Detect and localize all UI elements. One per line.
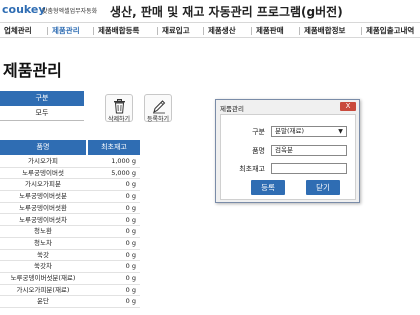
- table-row[interactable]: 노루궁뎅이버섯환 0 g: [0, 203, 140, 215]
- table-row[interactable]: 노루궁뎅이버섯차 0 g: [0, 215, 140, 227]
- chevron-down-icon: ▼: [338, 128, 343, 135]
- menu-divider: [47, 27, 48, 35]
- product-name: 노루궁뎅이버섯: [22, 168, 64, 177]
- table-row[interactable]: 쑥갓 0 g: [0, 250, 140, 262]
- initial-stock: 0 g: [125, 238, 136, 247]
- product-name: 청노환: [34, 227, 52, 236]
- column-header-stock: 최초재고: [88, 140, 140, 155]
- initial-stock: 0 g: [125, 297, 136, 306]
- category-label: 구분: [252, 128, 265, 136]
- menu-item[interactable]: 제품생산: [208, 25, 236, 36]
- initial-stock: 0 g: [125, 274, 136, 282]
- product-dialog: 제품관리 X 구분 분말(재료) ▼ 품명 검옥분 최초재고 등록 닫기: [215, 99, 360, 203]
- menu-item[interactable]: 제품배합등록: [98, 25, 139, 36]
- table-row[interactable]: 청노환 0 g: [0, 226, 140, 238]
- close-icon[interactable]: X: [340, 102, 356, 111]
- product-name: 쑥갓: [37, 250, 49, 259]
- dialog-register-button[interactable]: 등록: [251, 180, 285, 195]
- initial-stock: 5,000 g: [111, 168, 136, 177]
- menu-item[interactable]: 업체관리: [4, 25, 32, 36]
- product-name: 가시오가피: [28, 157, 58, 165]
- filter-select[interactable]: 모두: [0, 106, 84, 121]
- menu-divider: [251, 27, 252, 35]
- menu-item[interactable]: 재료입고: [162, 25, 190, 36]
- table-row[interactable]: 청노차 0 g: [0, 238, 140, 250]
- dialog-body: 구분 분말(재료) ▼ 품명 검옥분 최초재고 등록 닫기: [220, 114, 356, 200]
- menu-item[interactable]: 제품배합정보: [304, 25, 345, 36]
- table-row[interactable]: 가시오가피분(재료) 0 g: [0, 285, 140, 297]
- name-field[interactable]: 검옥분: [271, 145, 347, 156]
- pencil-icon: [153, 100, 166, 114]
- main-menu: 업체관리 제품관리 제품배합등록 재료입고 제품생산 제품판매 제품배합정보 제품입출고내역: [0, 22, 420, 38]
- menu-item[interactable]: 제품판매: [256, 25, 284, 36]
- menu-divider: [93, 27, 94, 35]
- filter-header: 구분: [0, 91, 84, 106]
- page-title: 제품관리: [3, 61, 62, 80]
- initial-stock: 1,000 g: [111, 157, 136, 165]
- menu-divider: [203, 27, 204, 35]
- product-name: 윤단: [37, 297, 49, 306]
- product-name: 노루궁뎅이버섯환: [19, 203, 67, 212]
- menu-divider: [299, 27, 300, 35]
- initial-stock: 0 g: [125, 203, 136, 212]
- table-row[interactable]: 노루궁뎅이버섯분 0 g: [0, 191, 140, 203]
- initial-stock: 0 g: [125, 262, 136, 271]
- brand-logo: coukey: [2, 3, 46, 16]
- product-name: 노루궁뎅이버섯분(재료): [10, 274, 76, 282]
- register-button-label: 등록하기: [146, 116, 170, 123]
- trash-icon: [114, 99, 125, 114]
- table-row[interactable]: 윤단 0 g: [0, 296, 140, 309]
- name-label: 품명: [252, 147, 265, 155]
- table-row[interactable]: 가시오가피분 0 g: [0, 179, 140, 192]
- product-name: 가시오가피분(재료): [16, 285, 70, 294]
- stock-field[interactable]: [271, 163, 347, 174]
- table-row[interactable]: 노루궁뎅이버섯분(재료) 0 g: [0, 273, 140, 285]
- app-title: 생산, 판매 및 재고 자동관리 프로그램(g버전): [110, 5, 343, 19]
- product-name: 노루궁뎅이버섯차: [19, 215, 67, 224]
- dialog-title: 제품관리: [220, 105, 244, 113]
- menu-divider: [361, 27, 362, 35]
- dialog-close-button[interactable]: 닫기: [306, 180, 340, 195]
- column-header-name: 품명: [0, 140, 86, 155]
- initial-stock: 0 g: [125, 215, 136, 224]
- stock-label: 최초재고: [239, 165, 265, 173]
- initial-stock: 0 g: [125, 250, 136, 259]
- category-value: 분말(재료): [275, 127, 304, 135]
- initial-stock: 0 g: [125, 192, 136, 201]
- menu-item[interactable]: 제품입출고내역: [366, 25, 414, 36]
- product-name: 가시오가피분: [25, 180, 61, 189]
- brand-tagline: 맞춤형엑셀업무자동화: [42, 8, 98, 15]
- category-select[interactable]: 분말(재료) ▼: [271, 126, 347, 137]
- menu-divider: [157, 27, 158, 35]
- table-row[interactable]: 쑥갓차 0 g: [0, 261, 140, 273]
- delete-button-label: 삭제하기: [107, 116, 131, 123]
- product-name: 쑥갓차: [34, 262, 52, 271]
- menu-item[interactable]: 제품관리: [52, 25, 80, 36]
- initial-stock: 0 g: [125, 180, 136, 189]
- initial-stock: 0 g: [125, 285, 136, 294]
- table-row[interactable]: 가시오가피 1,000 g: [0, 156, 140, 168]
- product-name: 청노차: [34, 238, 52, 247]
- initial-stock: 0 g: [125, 227, 136, 236]
- product-name: 노루궁뎅이버섯분: [19, 192, 67, 201]
- app-header: coukey 맞춤형엑셀업무자동화 생산, 판매 및 재고 자동관리 프로그램(…: [0, 0, 420, 22]
- table-row[interactable]: 노루궁뎅이버섯 5,000 g: [0, 168, 140, 180]
